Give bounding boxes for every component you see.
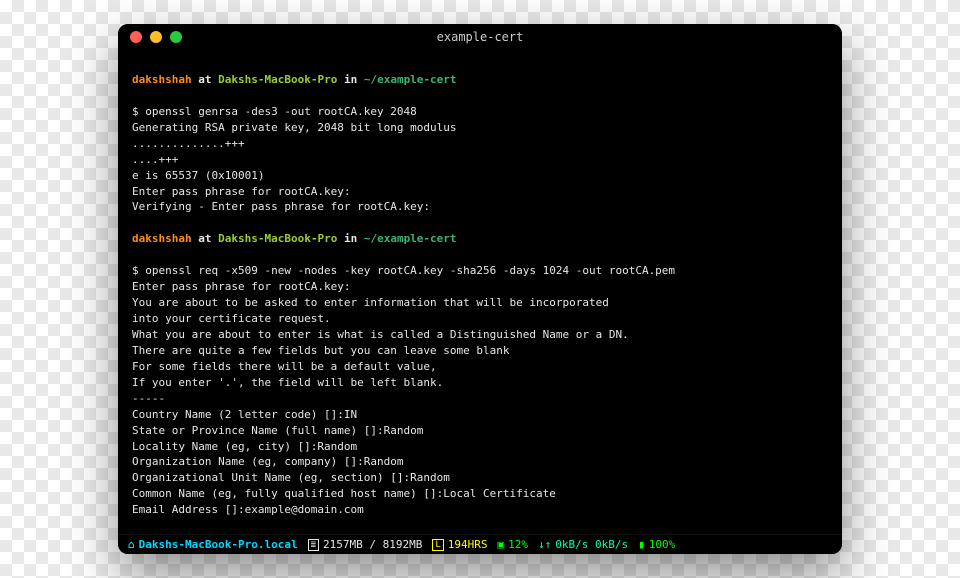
- updown-icon: ↓↑: [538, 538, 551, 551]
- terminal-content[interactable]: dakshshah at Dakshs-MacBook-Pro in ~/exa…: [118, 50, 842, 534]
- status-cpu: ▣ 12%: [498, 538, 529, 551]
- battery-icon: ▮: [638, 538, 645, 551]
- clock-icon: L: [432, 539, 443, 551]
- cpu-icon: ▣: [498, 538, 505, 551]
- prompt-path: ~/example-cert: [364, 73, 457, 86]
- memory-icon: ≣: [308, 539, 319, 551]
- output-line: Generating RSA private key, 2048 bit lon…: [132, 121, 457, 134]
- output-line: What you are about to enter is what is c…: [132, 328, 629, 341]
- command-req: openssl req -x509 -new -nodes -key rootC…: [145, 264, 675, 277]
- status-battery: ▮ 100%: [638, 538, 675, 551]
- titlebar[interactable]: example-cert: [118, 24, 842, 50]
- status-hours: L 194HRS: [432, 538, 487, 551]
- output-line: Common Name (eg, fully qualified host na…: [132, 487, 556, 500]
- close-icon[interactable]: [130, 31, 142, 43]
- prompt-line: dakshshah at Dakshs-MacBook-Pro in ~/exa…: [132, 72, 828, 88]
- output-line: Verifying - Enter pass phrase for rootCA…: [132, 200, 430, 213]
- output-line: Email Address []:example@domain.com: [132, 503, 364, 516]
- prompt-line: dakshshah at Dakshs-MacBook-Pro in ~/exa…: [132, 231, 828, 247]
- command-genrsa: openssl genrsa -des3 -out rootCA.key 204…: [145, 105, 417, 118]
- output-line: Locality Name (eg, city) []:Random: [132, 440, 357, 453]
- output-line: Organizational Unit Name (eg, section) […: [132, 471, 450, 484]
- output-line: Enter pass phrase for rootCA.key:: [132, 280, 351, 293]
- output-line: into your certificate request.: [132, 312, 331, 325]
- output-line: You are about to be asked to enter infor…: [132, 296, 609, 309]
- output-line: ....+++: [132, 153, 178, 166]
- output-line: Enter pass phrase for rootCA.key:: [132, 185, 351, 198]
- output-line: e is 65537 (0x10001): [132, 169, 264, 182]
- output-line: Country Name (2 letter code) []:IN: [132, 408, 357, 421]
- minimize-icon[interactable]: [150, 31, 162, 43]
- output-line: If you enter '.', the field will be left…: [132, 376, 443, 389]
- traffic-lights: [118, 31, 182, 43]
- prompt-symbol: $: [132, 105, 139, 118]
- output-line: ..............+++: [132, 137, 245, 150]
- status-memory: ≣ 2157MB / 8192MB: [308, 538, 423, 551]
- prompt-host: Dakshs-MacBook-Pro: [218, 73, 337, 86]
- prompt-user: dakshshah: [132, 73, 192, 86]
- output-line: State or Province Name (full name) []:Ra…: [132, 424, 423, 437]
- status-network: ↓↑ 0kB/s 0kB/s: [538, 538, 628, 551]
- status-host: ⌂ Dakshs-MacBook-Pro.local: [128, 538, 298, 551]
- output-line: For some fields there will be a default …: [132, 360, 437, 373]
- output-line: Organization Name (eg, company) []:Rando…: [132, 455, 404, 468]
- output-line: -----: [132, 392, 165, 405]
- maximize-icon[interactable]: [170, 31, 182, 43]
- output-line: There are quite a few fields but you can…: [132, 344, 510, 357]
- statusbar: ⌂ Dakshs-MacBook-Pro.local ≣ 2157MB / 81…: [118, 534, 842, 554]
- network-icon: ⌂: [128, 538, 135, 551]
- terminal-window: example-cert dakshshah at Dakshs-MacBook…: [118, 24, 842, 554]
- window-title: example-cert: [118, 30, 842, 44]
